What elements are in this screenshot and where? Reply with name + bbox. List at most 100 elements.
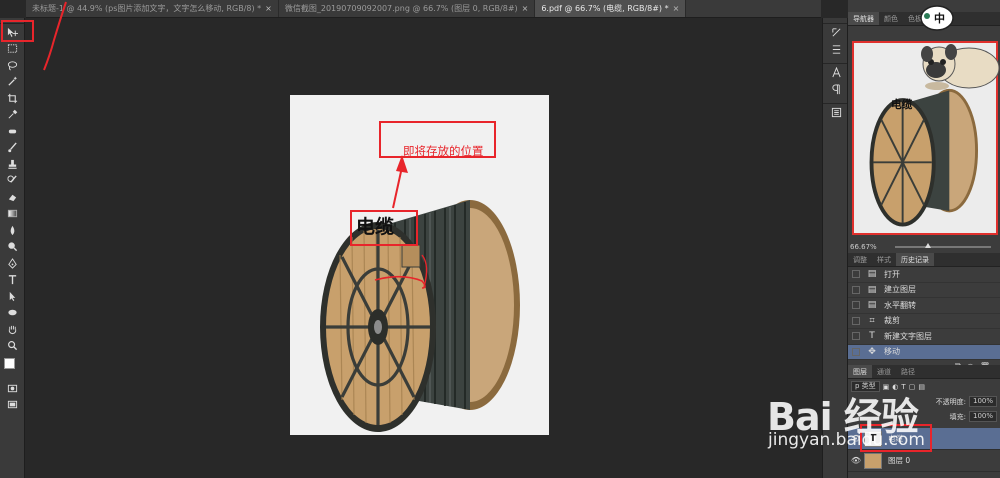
zoom-value[interactable]: 66.67% [850, 243, 877, 251]
layer-row-image[interactable]: 👁 图层 0 [848, 450, 1000, 472]
filter-smart-object-icon[interactable]: ▤ [918, 383, 925, 391]
character-panel-icon[interactable] [823, 64, 849, 81]
history-panel-icon[interactable] [823, 24, 849, 41]
tab-paths[interactable]: 路径 [896, 365, 920, 378]
image-layer-thumbnail [864, 452, 882, 469]
document-tab-wechat-screenshot[interactable]: 微信截图_20190709092007.png @ 66.7% (图层 0, R… [279, 0, 536, 17]
properties-panel-icon[interactable] [823, 104, 849, 121]
history-checkbox[interactable] [852, 285, 860, 294]
move-icon: ✥ [868, 346, 876, 357]
history-checkbox[interactable] [852, 301, 860, 310]
document-tab-bar: 未标题-1 @ 44.9% (ps图片添加文字，文字怎么移动, RGB/8) *… [26, 0, 821, 18]
document-icon: ▤ [867, 269, 877, 280]
foreground-color-swatch[interactable] [4, 358, 15, 369]
healing-brush-tool-icon[interactable] [0, 123, 25, 140]
document-canvas[interactable]: 电缆 即将存放的位置 [290, 95, 549, 435]
history-brush-tool-icon[interactable] [0, 173, 25, 190]
filter-type-icon[interactable]: T [901, 383, 905, 391]
filter-pixel-icon[interactable]: ▣ [883, 383, 890, 391]
paragraph-panel-icon[interactable] [823, 81, 849, 98]
document-tab-6pdf[interactable]: 6.pdf @ 66.7% (电缆, RGB/8#) * × [535, 0, 687, 17]
navigator-zoom-bar: 66.67% [848, 240, 1000, 253]
zoom-tool-icon[interactable] [0, 338, 25, 355]
mascot-badge-text: 中 [934, 11, 945, 25]
layer-fill-row: 填充: 100% [848, 409, 1000, 424]
history-item-label: 水平翻转 [884, 300, 916, 310]
brush-tool-icon[interactable] [0, 140, 25, 157]
history-item-label: 新建文字图层 [884, 331, 932, 341]
tab-styles[interactable]: 样式 [872, 253, 896, 266]
history-checkbox[interactable] [852, 332, 860, 341]
screen-mode-icon[interactable] [0, 397, 25, 414]
eyedropper-tool-icon[interactable] [0, 107, 25, 124]
fill-input[interactable]: 100% [968, 411, 997, 422]
move-tool-highlight [1, 20, 34, 42]
crop-tool-icon[interactable] [0, 90, 25, 107]
tab-history[interactable]: 历史记录 [896, 253, 934, 266]
history-item-label: 打开 [884, 269, 900, 279]
tab-close-icon[interactable]: × [265, 4, 272, 13]
history-item[interactable]: ⌗ 裁剪 [848, 314, 1000, 329]
tab-label: 微信截图_20190709092007.png @ 66.7% (图层 0, R… [284, 4, 518, 13]
opacity-label: 不透明度: [935, 397, 966, 406]
history-tabs: 调整 样式 历史记录 [848, 253, 1000, 267]
zoom-slider-knob[interactable] [924, 242, 931, 248]
filter-adjustment-icon[interactable]: ◐ [892, 383, 898, 391]
gradient-tool-icon[interactable] [0, 206, 25, 223]
layer-opacity-row: 不透明度: 100% [848, 394, 1000, 409]
tab-close-icon[interactable]: × [673, 4, 680, 13]
layers-tabs: 图层 通道 路径 [848, 365, 1000, 379]
magic-wand-tool-icon[interactable] [0, 74, 25, 91]
canvas-area[interactable]: 电缆 即将存放的位置 [26, 18, 822, 478]
clone-stamp-tool-icon[interactable] [0, 156, 25, 173]
type-tool-icon[interactable] [0, 272, 25, 289]
history-item[interactable]: ▤ 建立图层 [848, 283, 1000, 298]
dodge-tool-icon[interactable] [0, 239, 25, 256]
layer-kind-filter[interactable]: p 类型 [851, 381, 880, 392]
tab-navigator[interactable]: 导航器 [848, 12, 879, 25]
blur-tool-icon[interactable] [0, 222, 25, 239]
layer-annotation-box [860, 424, 932, 452]
tab-adjustments[interactable]: 调整 [848, 253, 872, 266]
ellipse-tool-icon[interactable] [0, 305, 25, 322]
lasso-tool-icon[interactable] [0, 57, 25, 74]
color-swatches[interactable] [0, 354, 24, 380]
pen-tool-icon[interactable] [0, 255, 25, 272]
quick-mask-icon[interactable] [0, 380, 25, 397]
opacity-input[interactable]: 100% [968, 396, 997, 407]
panel-icon-strip [822, 18, 848, 478]
layer-name[interactable]: 图层 0 [888, 455, 910, 466]
text-icon: T [869, 331, 875, 342]
history-checkbox[interactable] [852, 316, 860, 325]
marquee-tool-icon[interactable] [0, 41, 25, 58]
history-item-label: 建立图层 [884, 285, 916, 295]
actions-panel-icon[interactable] [823, 41, 849, 58]
crop-icon: ⌗ [869, 315, 875, 326]
visibility-eye-icon[interactable]: 👁 [848, 456, 864, 465]
tab-channels[interactable]: 通道 [872, 365, 896, 378]
history-item[interactable]: T 新建文字图层 [848, 329, 1000, 345]
history-checkbox[interactable] [852, 347, 860, 356]
history-item[interactable]: ▤ 水平翻转 [848, 298, 1000, 314]
history-item-selected[interactable]: ✥ 移动 [848, 344, 1000, 360]
tab-close-icon[interactable]: × [522, 4, 529, 13]
fill-label: 填充: [949, 412, 966, 421]
history-item[interactable]: ▤ 打开 [848, 267, 1000, 283]
history-panel: 调整 样式 历史记录 ▤ 打开 ▤ 建立图层 ▤ 水平翻转 ⌗ 裁剪 T 新建文字图层 ✥… [848, 253, 1000, 371]
eraser-tool-icon[interactable] [0, 189, 25, 206]
tab-color[interactable]: 颜色 [879, 12, 903, 25]
path-selection-tool-icon[interactable] [0, 288, 25, 305]
tab-layers[interactable]: 图层 [848, 365, 872, 378]
navigator-reel-label: 电缆 [891, 98, 913, 111]
layer-filter-row: p 类型 ▣ ◐ T ▢ ▤ [848, 379, 1000, 394]
zoom-slider[interactable] [894, 242, 991, 248]
document-icon: ▤ [867, 300, 877, 311]
history-checkbox[interactable] [852, 270, 860, 279]
tools-panel [0, 18, 25, 478]
hand-drawn-stroke [43, 1, 67, 71]
history-item-label: 移动 [884, 347, 900, 357]
hand-tool-icon[interactable] [0, 321, 25, 338]
filter-shape-icon[interactable]: ▢ [909, 383, 916, 391]
layers-panel: 图层 通道 路径 p 类型 ▣ ◐ T ▢ ▤ 不透明度: 100% 填充: 1… [848, 365, 1000, 478]
pug-mascot-sticker: 中 [920, 5, 1000, 90]
